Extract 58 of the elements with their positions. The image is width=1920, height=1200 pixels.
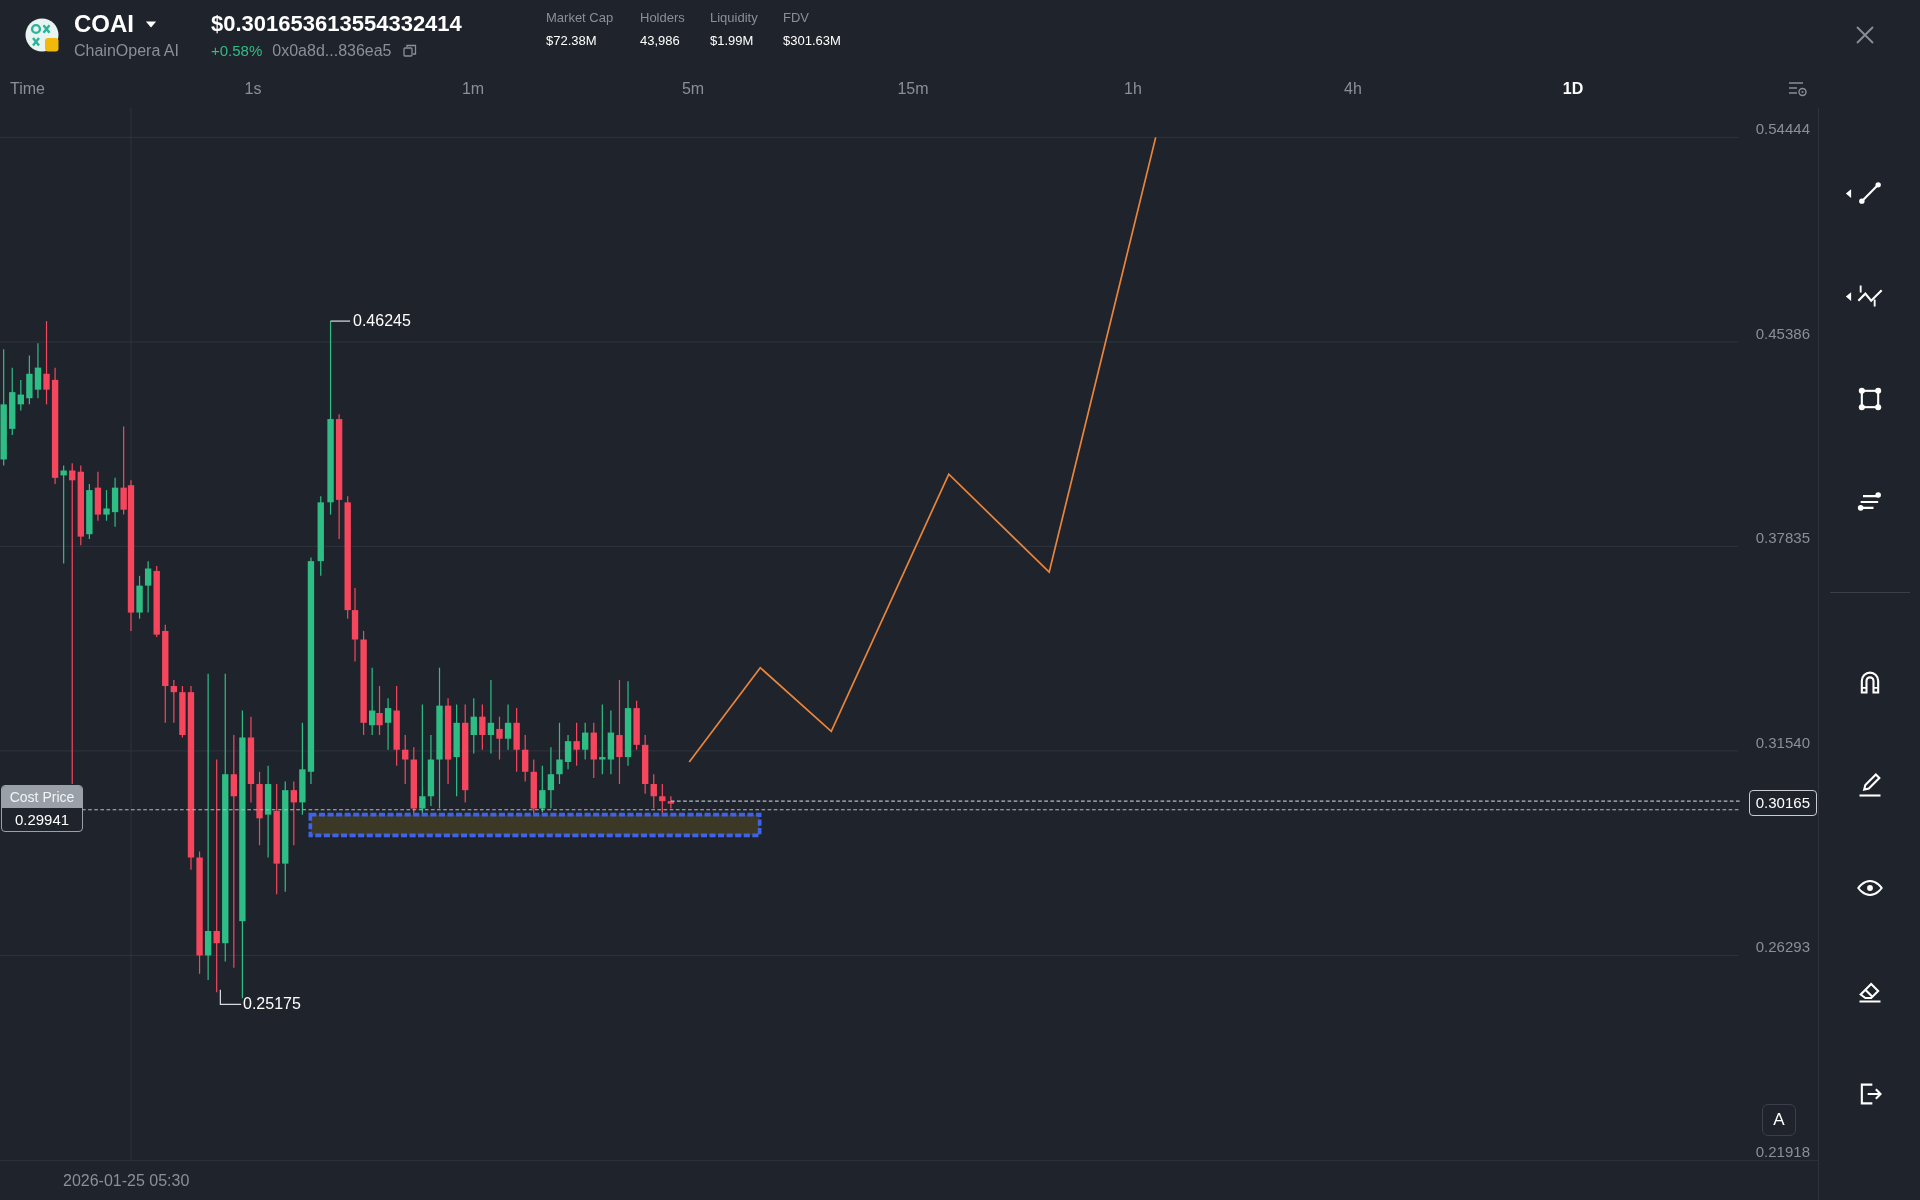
low-price-label: 0.25175 [243,995,301,1013]
auto-scale-button[interactable]: A [1762,1104,1796,1136]
bearish-candle [590,722,597,779]
stat-value: $1.99M [710,33,755,48]
contract-address: 0x0a8d...836ea5 [272,41,392,60]
copy-icon[interactable] [401,43,417,58]
timeframe-tab[interactable]: 15m [803,76,1023,102]
bearish-candle [376,685,383,736]
timeframe-tab[interactable]: 1m [363,76,583,102]
bullish-candle [582,722,589,761]
timeframe-tab[interactable]: 1s [143,76,363,102]
bullish-candle [369,667,376,736]
token-name: ChainOpera AI [74,42,180,60]
close-icon [1854,24,1876,46]
stat-label: Liquidity [710,10,759,25]
token-logo-icon [24,17,60,53]
dropdown-caret-icon[interactable] [144,18,158,30]
bearish-candle [573,722,580,767]
stat-label: FDV [783,10,810,25]
chart-settings-icon[interactable] [1787,79,1809,99]
stat-value: $301.63M [783,33,842,48]
price-axis-label: 0.45386 [1755,324,1810,343]
bearish-candle [633,700,640,751]
caret-icon[interactable] [1844,291,1852,301]
caret-icon[interactable] [1844,188,1852,198]
bearish-candle [290,780,297,846]
leader-line [329,320,351,322]
stat-label: Holders [640,10,686,25]
stat-value: 43,986 [640,33,681,48]
timeframe-tab[interactable]: 1h [1023,76,1243,102]
bullish-candle [384,697,392,751]
bearish-candle [513,707,520,773]
stat-value: $72.38M [546,33,598,48]
cost-price-label: Cost Price [2,786,82,808]
timeframe-tab[interactable]: 5m [583,76,803,102]
timeframe-tab[interactable]: 1D [1463,76,1683,102]
bullish-candle [470,697,477,754]
bearish-candle [94,471,102,522]
price-axis-label: 0.21918 [1755,1142,1810,1160]
price-change: +0.58% [211,42,263,59]
price-axis-label: 0.26293 [1755,938,1810,956]
time-label: Time [9,80,46,98]
stat-label: Market Cap [546,10,615,25]
bearish-candle [496,716,503,761]
bullish-candle [504,703,512,751]
price-axis-label: 0.37835 [1755,529,1810,547]
leader-line [219,989,242,1006]
bearish-candle [479,703,486,751]
price-axis-label: 0.54444 [1755,120,1810,138]
timeframe-tab[interactable]: 4h [1243,76,1463,102]
cost-price-value: 0.29941 [13,810,71,830]
token-price: $0.301653613554332414 [211,10,463,37]
bullish-candle [86,483,93,540]
high-price-label: 0.46245 [353,312,411,330]
date-label: 2026-01-25 05:30 [63,1171,190,1190]
token-symbol: COAI [74,10,134,38]
current-price-tag: 0.30165 [1748,790,1817,816]
price-axis-label: 0.31540 [1755,733,1810,752]
